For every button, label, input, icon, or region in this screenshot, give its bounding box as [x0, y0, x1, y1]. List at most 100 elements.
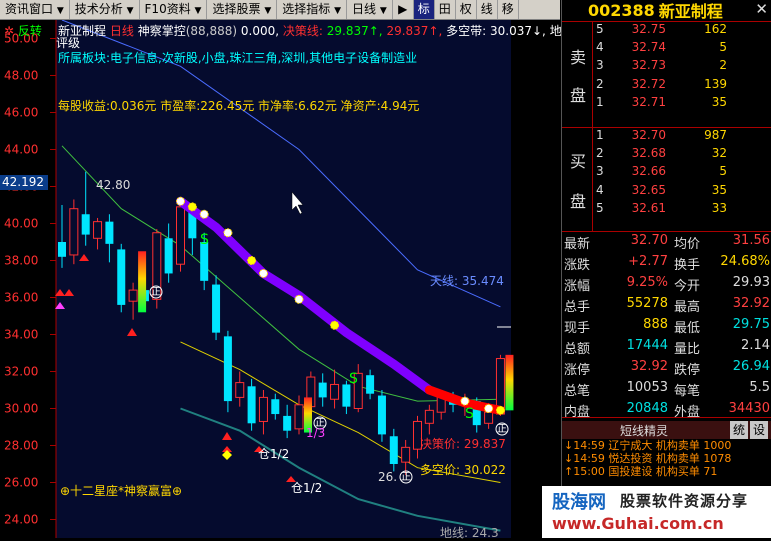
- quote-panel: 002388 新亚制程 ✕ 5 32.75 162 4 32.74 5 3 32.73 2 2 32…: [561, 0, 771, 538]
- sell-level-4[interactable]: 4 32.74 5: [562, 40, 771, 58]
- stat-value: 32.92: [630, 359, 668, 374]
- candle-body: [271, 399, 280, 415]
- y-tick-label: 26.00: [4, 476, 38, 490]
- close-icon[interactable]: ✕: [755, 0, 768, 18]
- stat-value: 32.92: [732, 296, 770, 311]
- menu-news-window[interactable]: 资讯窗口 ▼: [0, 0, 70, 19]
- menu-select-indicator[interactable]: 选择指标 ▼: [277, 0, 347, 19]
- candle-body: [58, 242, 66, 257]
- tape-row[interactable]: ↑15:00 国投建设 机构买单 71: [562, 465, 771, 478]
- y-tick-label: 40.00: [4, 217, 38, 231]
- menu-period-daily[interactable]: 日线 ▼: [347, 0, 393, 19]
- stat-row: 总手 55278 最高 32.92: [562, 296, 771, 316]
- trend-dot: [294, 294, 304, 304]
- menu-bar: 资讯窗口 ▼ 技术分析 ▼ F10资料 ▼ 选择股票 ▼ 选择指标 ▼ 日线 ▼…: [0, 0, 560, 20]
- zheng-label: 正: [315, 418, 325, 429]
- stat-label: 涨幅: [564, 279, 591, 294]
- buy-level-4[interactable]: 4 32.65 35: [562, 183, 771, 201]
- level-number: 2: [596, 146, 604, 161]
- candle-body: [128, 289, 138, 302]
- kline-chart[interactable]: 50.0048.0046.0044.0042.0040.0038.0036.00…: [0, 19, 578, 540]
- stat-label: 跌停: [674, 363, 701, 378]
- line-button[interactable]: 线: [477, 0, 498, 19]
- buy-side-label: 盘: [570, 192, 587, 211]
- buy-level-1[interactable]: 1 32.70 987: [562, 128, 771, 146]
- level-number: 4: [596, 40, 604, 55]
- sell-level-2[interactable]: 2 32.72 139: [562, 77, 771, 95]
- tape-row[interactable]: ↓14:59 悦达投资 机构卖单 1078: [562, 452, 771, 465]
- candle-body: [212, 284, 221, 333]
- buy-level-5[interactable]: 5 32.61 33: [562, 201, 771, 219]
- stat-value: 26.94: [732, 359, 770, 374]
- banner-url: www.Guhai.com.cn: [552, 514, 724, 533]
- candle-body: [176, 206, 185, 265]
- reversal-flag: ✲ 反转: [4, 24, 42, 38]
- stat-label: 均价: [674, 237, 701, 252]
- divider: [562, 21, 771, 22]
- level-price: 32.65: [631, 182, 666, 197]
- signal-bar: [138, 251, 147, 313]
- stat-label: 总额: [564, 342, 591, 357]
- move-button[interactable]: 移: [498, 0, 519, 19]
- rights-button[interactable]: 权: [456, 0, 477, 19]
- stat-label: 每笔: [674, 384, 701, 399]
- sell-level-5[interactable]: 5 32.75 162: [562, 22, 771, 40]
- sell-level-3[interactable]: 3 32.73 2: [562, 58, 771, 76]
- level-price: 32.72: [631, 76, 666, 91]
- stat-label: 量比: [674, 342, 701, 357]
- trend-dot: [484, 404, 494, 413]
- menu-f10[interactable]: F10资料 ▼: [140, 0, 208, 19]
- zheng-label: 正: [497, 424, 507, 435]
- y-tick-label: 28.00: [4, 439, 38, 453]
- level-volume: 35: [711, 182, 727, 197]
- candle-body: [342, 384, 351, 407]
- level-volume: 32: [711, 146, 727, 161]
- current-price-tag: 42.192: [0, 175, 48, 190]
- candle-body: [164, 238, 173, 274]
- quote-header: 002388 新亚制程 ✕: [562, 0, 771, 21]
- buy-level-3[interactable]: 3 32.66 5: [562, 164, 771, 182]
- stat-value: 24.68%: [720, 254, 770, 269]
- stat-value: 32.70: [630, 233, 668, 248]
- buy-level-2[interactable]: 2 32.68 32: [562, 146, 771, 164]
- level-volume: 139: [704, 76, 727, 91]
- candle-body: [318, 382, 327, 398]
- play-button[interactable]: ▶: [393, 0, 414, 19]
- stock-name: 新亚制程: [658, 2, 723, 21]
- level-price: 32.68: [631, 146, 666, 161]
- y-tick-label: 36.00: [4, 291, 38, 305]
- y-tick-label: 44.00: [4, 143, 38, 157]
- sell-level-1[interactable]: 1 32.71 35: [562, 95, 771, 113]
- candle-body: [294, 404, 304, 430]
- mark-button[interactable]: 标: [413, 0, 435, 19]
- tape-tab-stats[interactable]: 统: [730, 421, 748, 439]
- trend-dot: [258, 268, 268, 278]
- y-tick-label: 24.00: [4, 513, 38, 527]
- s-signal: S: [200, 232, 209, 248]
- stat-value: 888: [643, 317, 668, 332]
- candle-body: [247, 386, 256, 424]
- divider: [562, 231, 771, 232]
- dixian-label: 地线: 24.3: [440, 526, 499, 540]
- tape-row[interactable]: ↓14:59 辽宁成大 机构卖单 1000: [562, 439, 771, 452]
- y-tick-label: 30.00: [4, 402, 38, 416]
- banner-slogan: 股票软件资源分享: [620, 492, 749, 510]
- candle-body: [223, 336, 232, 402]
- stat-row: 总笔 10053 每笔 5.5: [562, 380, 771, 400]
- level-volume: 35: [711, 94, 727, 109]
- sector-info: 所属板块:电子信息,次新股,小盘,珠江三角,深圳,其他电子设备制造业: [58, 51, 418, 65]
- stat-value: 31.56: [732, 233, 770, 248]
- trend-dot: [187, 202, 197, 212]
- stat-label: 总笔: [564, 384, 591, 399]
- y-tick-label: 46.00: [4, 106, 38, 120]
- candle-body: [93, 221, 103, 239]
- stat-label: 今开: [674, 279, 701, 294]
- grid-button[interactable]: 田: [435, 0, 456, 19]
- menu-technical-analysis[interactable]: 技术分析 ▼: [70, 0, 140, 19]
- trend-dot: [495, 405, 505, 415]
- tape-tab-settings[interactable]: 设: [750, 421, 768, 439]
- menu-select-stock[interactable]: 选择股票 ▼: [207, 0, 278, 19]
- candle-body: [389, 436, 398, 464]
- duokongjia-label: 多空价: 30.022: [420, 463, 506, 477]
- candle-body: [81, 214, 90, 235]
